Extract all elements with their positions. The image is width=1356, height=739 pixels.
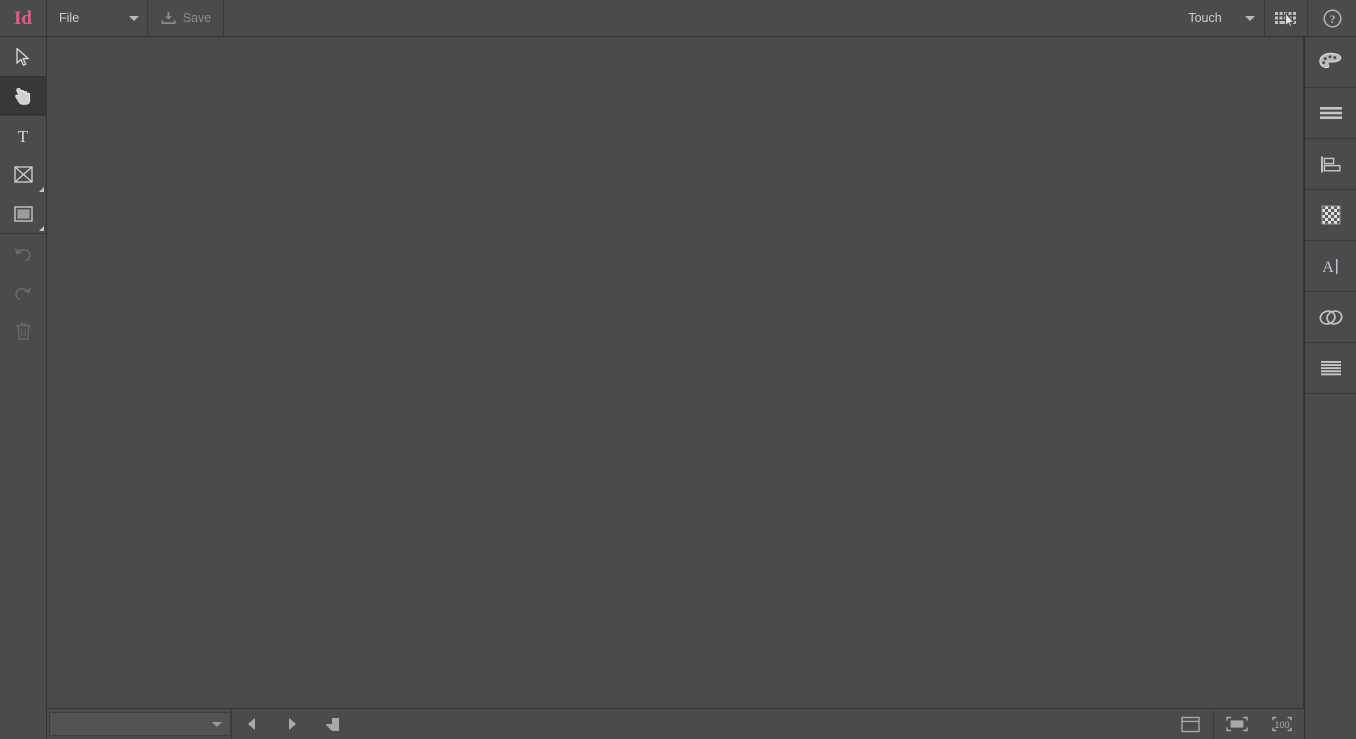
redo-arrow-icon <box>13 284 33 302</box>
panel-character[interactable]: A <box>1305 241 1356 292</box>
file-menu-label: File <box>59 11 80 25</box>
status-spacer <box>352 709 1168 739</box>
panel-paragraph-styles[interactable] <box>1305 88 1356 139</box>
graphic-frame-icon <box>13 166 33 183</box>
screen-mode-button[interactable] <box>1168 709 1213 739</box>
text-caret-a-icon: A <box>1319 256 1343 277</box>
tool-redo[interactable] <box>0 273 46 312</box>
page-spread-icon <box>325 717 340 732</box>
file-menu-button[interactable]: File <box>47 0 121 36</box>
save-label: Save <box>182 11 212 25</box>
window-frame-icon <box>1181 716 1200 733</box>
panel-creative-cloud-libraries[interactable] <box>1305 292 1356 343</box>
app-logo-label: Id <box>14 7 32 29</box>
workspace-label: Touch <box>1188 11 1222 25</box>
trash-icon <box>15 322 32 341</box>
app-header: Id File Save Touch ? <box>0 0 1356 37</box>
next-page-button[interactable] <box>272 709 312 739</box>
tool-touch-gesture[interactable] <box>0 76 46 115</box>
document-area: 100 <box>47 37 1304 739</box>
rectangle-icon <box>13 205 33 222</box>
workspace-switcher[interactable]: Touch <box>1174 0 1236 36</box>
tool-type[interactable]: T <box>0 116 46 155</box>
app-logo: Id <box>0 0 46 36</box>
tool-frame[interactable] <box>0 155 46 194</box>
help-button[interactable]: ? <box>1308 0 1356 36</box>
triangle-right-icon <box>286 717 298 731</box>
panel-align[interactable] <box>1305 139 1356 190</box>
document-canvas[interactable] <box>47 37 1304 708</box>
help-circle-icon: ? <box>1322 8 1342 28</box>
file-menu-caret[interactable] <box>121 0 147 36</box>
page-layout-button[interactable] <box>312 709 352 739</box>
input-mode-button[interactable] <box>1265 0 1307 36</box>
previous-page-button[interactable] <box>232 709 272 739</box>
workspace-body: T 100 A <box>0 37 1356 739</box>
indesign-touch-window: Id File Save Touch ? T 100 A <box>0 0 1356 739</box>
save-button[interactable]: Save <box>148 0 223 36</box>
cursor-arrow-icon <box>14 47 33 67</box>
dashed-rectangle-icon <box>1225 716 1249 732</box>
tools-panel: T <box>0 37 47 739</box>
tool-group-selection <box>0 37 46 115</box>
tool-group-history <box>0 233 46 351</box>
keyboard-cursor-icon <box>1274 9 1298 28</box>
panel-effects[interactable] <box>1305 190 1356 241</box>
status-bar: 100 <box>47 708 1304 739</box>
lines-stack-icon <box>1319 105 1343 121</box>
lines-list-icon <box>1320 360 1342 377</box>
svg-text:?: ? <box>1329 12 1335 26</box>
svg-text:100: 100 <box>1274 720 1289 730</box>
type-t-icon: T <box>14 127 32 145</box>
tool-rectangle[interactable] <box>0 194 46 233</box>
bracket-100-icon: 100 <box>1269 716 1295 732</box>
creative-cloud-icon <box>1318 308 1344 327</box>
tool-flyout-indicator[interactable] <box>39 187 44 192</box>
triangle-left-icon <box>246 717 258 731</box>
chevron-down-icon <box>212 721 222 727</box>
chevron-down-icon <box>129 15 139 21</box>
chevron-down-icon <box>1245 15 1255 21</box>
panel-layers[interactable] <box>1305 343 1356 394</box>
panels-rail: A <box>1304 37 1356 739</box>
save-download-icon <box>160 10 177 27</box>
hand-pointer-icon <box>12 85 34 107</box>
preview-mode-button[interactable] <box>1214 709 1259 739</box>
panel-color[interactable] <box>1305 37 1356 88</box>
svg-text:T: T <box>18 127 29 145</box>
undo-arrow-icon <box>13 245 33 263</box>
tool-undo[interactable] <box>0 234 46 273</box>
tool-flyout-indicator[interactable] <box>39 226 44 231</box>
panels-rail-filler <box>1305 394 1356 739</box>
workspace-caret[interactable] <box>1236 0 1264 36</box>
header-spacer <box>224 0 1174 36</box>
page-number-combo[interactable] <box>49 712 231 736</box>
zoom-level-button[interactable]: 100 <box>1259 709 1304 739</box>
tool-delete[interactable] <box>0 312 46 351</box>
align-left-icon <box>1319 155 1343 174</box>
tool-selection[interactable] <box>0 37 46 76</box>
transparency-checker-icon <box>1321 205 1341 225</box>
svg-text:A: A <box>1322 259 1334 276</box>
color-palette-icon <box>1318 51 1344 73</box>
tool-group-content: T <box>0 115 46 233</box>
